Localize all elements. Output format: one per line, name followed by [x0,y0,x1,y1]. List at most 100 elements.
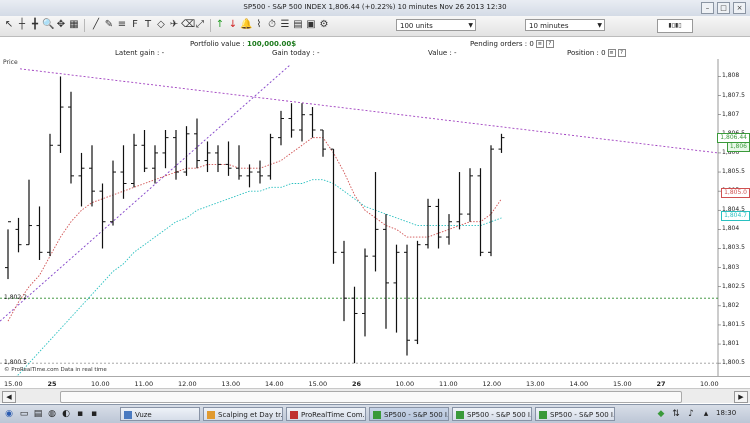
app-icon [456,411,464,419]
price-label: Price [3,59,18,66]
expand-icon[interactable]: ⤢ [194,19,206,31]
chart-scrollbar[interactable]: ◀ ▶ [0,388,750,403]
price-box: 1,805.0 [721,188,750,198]
x-tick-label: 14.00 [265,380,284,388]
y-tick-label: 1,802.5 [722,282,745,290]
y-tick-label: 1,803.5 [722,244,745,252]
period-select[interactable]: 10 minutes ▼ [525,19,605,31]
save-icon[interactable]: ▣ [305,19,317,31]
taskbar-item[interactable]: Vuze [120,407,200,421]
tray-app-icon[interactable]: ◆ [655,408,667,420]
info-icon[interactable]: ? [617,49,626,57]
shapes-icon[interactable]: ◇ [155,19,167,31]
settings-icon[interactable]: ⚙ [318,19,330,31]
clock: 18:30 [716,409,737,417]
scroll-thumb[interactable] [60,391,682,403]
window-titlebar: SP500 - S&P 500 INDEX 1,806.44 (+0.22%) … [0,0,750,17]
start-menu-icon[interactable]: ◉ [3,408,15,420]
scroll-right-icon[interactable]: ▶ [734,391,748,403]
desktop-icon[interactable]: ▭ [18,408,30,420]
orders-icon[interactable]: ≡ [535,40,544,48]
speaker-icon[interactable]: ♪ [685,408,697,420]
y-tick-label: 1,805.5 [722,168,745,176]
app-icon[interactable]: ▪ [88,408,100,420]
x-tick-label: 11.00 [134,380,154,388]
info-icon[interactable]: ? [545,40,554,48]
grid-icon[interactable]: ▦ [68,19,80,31]
firefox-icon[interactable]: ◐ [60,408,72,420]
left-level-label: 1,800.5 [4,359,27,366]
x-tick-label: 27 [656,380,666,388]
app-icon [124,411,132,419]
fibonacci-icon[interactable]: F [129,19,141,31]
zoom-icon[interactable]: 🔍 [42,19,54,31]
chevron-down-icon: ▼ [597,22,602,29]
orders-icon[interactable]: ≡ [607,49,616,57]
cursor-icon[interactable]: ↖ [3,19,15,31]
y-tick-label: 1,802 [722,301,740,309]
y-tick-label: 1,801 [722,340,740,348]
y-tick-label: 1,800.5 [722,359,745,367]
layout-icon[interactable]: ▮▯▮▯ [657,19,693,33]
y-tick-label: 1,801.5 [722,320,745,328]
units-select[interactable]: 100 units ▼ [396,19,476,31]
timer-icon[interactable]: ⏱ [266,19,278,31]
app-icon [539,411,547,419]
crosshair-icon[interactable]: ┼ [16,19,28,31]
eraser-icon[interactable]: ⌫ [181,19,195,31]
chart-indicator-icon[interactable]: ⌇ [253,19,265,31]
taskbar-item[interactable]: ProRealTime Com... [286,407,366,421]
list-icon[interactable]: ☰ [279,19,291,31]
network-icon[interactable]: ⇅ [670,408,682,420]
price-chart[interactable]: Price © ProRealTime.com Data in real tim… [0,59,750,376]
y-tick-label: 1,803 [722,263,740,271]
window-title: SP500 - S&P 500 INDEX 1,806.44 (+0.22%) … [243,3,507,11]
buy-arrow-icon[interactable]: ↑ [214,19,226,31]
gain-today-label: Gain today : [272,49,315,57]
x-tick-label: 14.00 [569,380,589,388]
price-box: 1,804.7 [721,211,750,221]
x-tick-label: 13.00 [221,380,241,388]
taskbar-item[interactable]: SP500 - S&P 500 I... [535,407,615,421]
x-tick-label: 10.00 [700,380,719,388]
trendline-down [19,68,719,154]
left-level-label: 1,802.2 [4,294,27,301]
scroll-left-icon[interactable]: ◀ [2,391,16,403]
files-icon[interactable]: ▤ [32,408,44,420]
taskbar-item[interactable]: SP500 - S&P 500 I... [369,407,449,421]
crosshair-alt-icon[interactable]: ╋ [29,19,41,31]
bell-icon[interactable]: 🔔 [240,19,252,31]
sell-arrow-icon[interactable]: ↓ [227,19,239,31]
app-icon [207,411,215,419]
data-credit: © ProRealTime.com Data in real time [4,367,107,373]
taskbar-item[interactable]: SP500 - S&P 500 I... [452,407,532,421]
y-tick-label: 1,807.5 [722,91,745,99]
x-tick-label: 15.00 [4,380,23,388]
trendline-icon[interactable]: ╱ [90,19,102,31]
os-taskbar: ◉ ▭ ▤ ◍ ◐ ▪ ▪ Vuze Scalping et Day tr...… [0,404,750,423]
app-icon[interactable]: ▪ [74,408,86,420]
price-chart-plot[interactable] [0,59,750,376]
position-label: Position : 0 [567,49,606,57]
maximize-button[interactable]: □ [717,2,730,14]
pan-icon[interactable]: ✥ [55,19,67,31]
portfolio-label: Portfolio value : [190,40,245,48]
browser-icon[interactable]: ◍ [46,408,58,420]
channel-icon[interactable]: ≡ [116,19,128,31]
pencil-icon[interactable]: ✎ [103,19,115,31]
x-tick-label: 10.00 [395,380,415,388]
x-tick-label: 12.00 [178,380,197,388]
text-icon[interactable]: T [142,19,154,31]
taskbar-item[interactable]: Scalping et Day tr... [203,407,283,421]
y-tick-label: 1,804 [722,225,740,233]
x-tick-label: 15.00 [308,380,328,388]
document-icon[interactable]: ▤ [292,19,304,31]
latent-gain-label: Latent gain : [115,49,160,57]
value-label: Value : [428,49,452,57]
minimize-button[interactable]: – [701,2,714,14]
arrow-tool-icon[interactable]: ✈ [168,19,180,31]
x-tick-label: 13.00 [526,380,545,388]
close-button[interactable]: × [733,2,746,14]
x-tick-label: 10.00 [91,380,110,388]
tray-arrow-icon[interactable]: ▴ [700,408,712,420]
